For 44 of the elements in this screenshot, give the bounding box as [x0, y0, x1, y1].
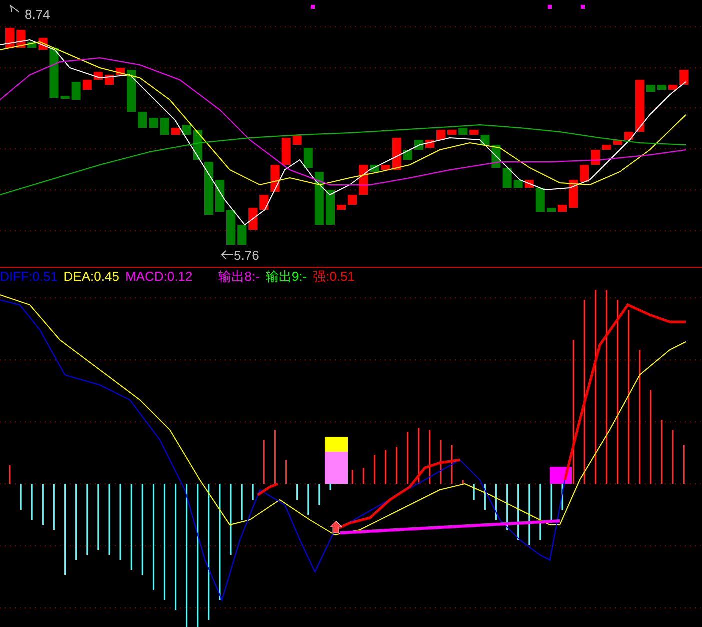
marker-icon [311, 5, 315, 9]
candlestick [204, 162, 214, 215]
candlestick [680, 70, 689, 85]
marker-icon [548, 5, 552, 9]
candlestick [6, 28, 14, 48]
candlestick [580, 165, 590, 182]
indicator-value: 输出8:- [218, 268, 260, 286]
candlestick [72, 82, 81, 100]
low-price-label: 5.76 [234, 248, 260, 263]
indicator-value: DIFF:0.51 [0, 268, 58, 286]
signal-block [550, 467, 572, 484]
candlestick [270, 165, 280, 192]
candlestick [569, 180, 578, 208]
candlestick [60, 96, 70, 99]
indicator-value: 输出9:- [266, 268, 307, 286]
indicator-value: MACD:0.12 [125, 268, 193, 286]
arrow-icon [221, 250, 234, 260]
candlestick [127, 70, 136, 112]
candlestick [635, 80, 644, 132]
candlestick [238, 225, 247, 245]
marker-icon [581, 5, 585, 9]
candlestick [326, 190, 335, 225]
candlestick [359, 165, 368, 195]
candlestick [591, 150, 600, 165]
candlestick [314, 172, 324, 225]
up-arrow-icon [330, 520, 342, 534]
candlestick [292, 135, 302, 145]
strength-line [257, 482, 278, 496]
high-price-label: 8.74 [25, 7, 50, 22]
candlestick [50, 48, 59, 98]
candlestick [216, 180, 224, 212]
candlestick [138, 112, 148, 128]
candlestick [502, 168, 512, 188]
candlestick [149, 118, 158, 128]
candlestick [226, 210, 236, 245]
candlestick [282, 138, 291, 165]
indicator-value: DEA:0.45 [64, 268, 120, 286]
indicator-value: 强:0.51 [313, 268, 355, 286]
candlestick [260, 195, 269, 210]
candlestick [392, 138, 402, 170]
candlestick [536, 188, 545, 212]
candlestick [304, 148, 313, 168]
candlestick [248, 208, 258, 230]
candlestick [160, 118, 170, 135]
